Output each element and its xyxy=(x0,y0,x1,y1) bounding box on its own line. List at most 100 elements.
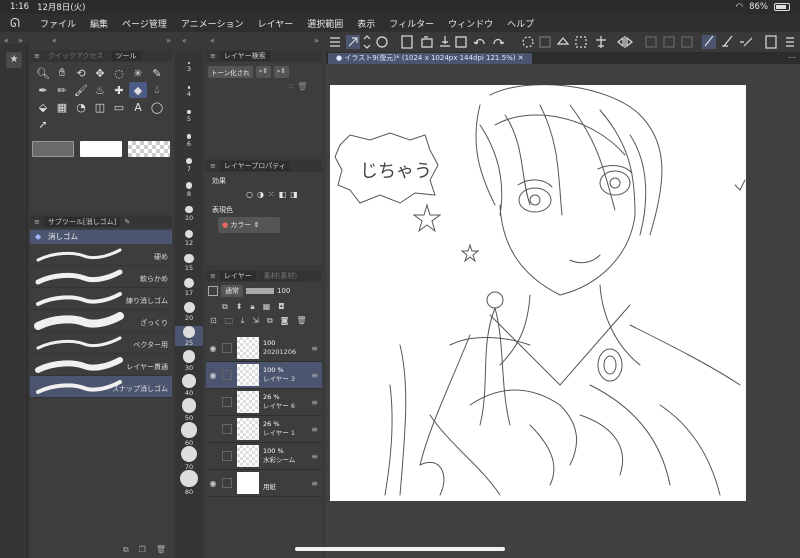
correct-line-icon[interactable]: ➚ xyxy=(34,116,52,132)
sub-color-swatch[interactable] xyxy=(80,141,123,157)
pen-icon[interactable]: ✒ xyxy=(34,82,52,98)
copy-subtool-icon[interactable]: ❐ xyxy=(139,545,146,555)
subtool-item[interactable]: レイヤー貫通 xyxy=(30,354,172,376)
move-icon[interactable]: ✥ xyxy=(91,65,109,81)
brush-size-option[interactable]: 10 xyxy=(175,206,203,226)
menu-layer[interactable]: レイヤー xyxy=(258,17,294,30)
subtool-item[interactable]: スナップ消しゴム xyxy=(30,376,172,398)
layer-row[interactable]: 26 % レイヤー 1 ≡ xyxy=(206,416,322,443)
layer-filter-dropdown[interactable]: トーン化され xyxy=(208,66,253,78)
zoom-icon[interactable]: 🔍︎ xyxy=(34,65,52,81)
search-options2-icon[interactable]: ⌕⇕ xyxy=(273,66,289,78)
lock-transparent-icon[interactable]: ▦ xyxy=(263,302,271,312)
subtool-item[interactable]: 軟らかめ xyxy=(30,266,172,288)
transfer-icon[interactable]: ⇲ xyxy=(252,316,259,330)
tab-layer-property[interactable]: レイヤープロパティ xyxy=(219,161,290,171)
close-tab-icon[interactable]: ✕ xyxy=(518,54,524,62)
mask-icon[interactable]: ◘ xyxy=(278,302,284,312)
brush-size-option[interactable]: 7 xyxy=(175,158,203,178)
tab-layer[interactable]: レイヤー xyxy=(219,271,256,281)
clip-studio-logo-icon[interactable]: ᘏ xyxy=(10,16,26,30)
rotate-icon[interactable]: ⟲ xyxy=(72,65,90,81)
brush-size-option[interactable]: 12 xyxy=(175,230,203,250)
tab-quick-access[interactable]: クイックアクセス xyxy=(43,51,108,61)
delete-subtool-icon[interactable]: 🗑︎ xyxy=(156,545,166,555)
effect-dots-icon[interactable]: ⁙ xyxy=(268,190,275,199)
eraser-icon[interactable]: ◆ xyxy=(129,82,147,98)
text-icon[interactable]: A xyxy=(129,99,147,115)
brush-size-option[interactable]: 4 xyxy=(175,86,203,106)
panel-menu-icon[interactable]: ≡ xyxy=(34,218,40,226)
gradient-icon[interactable]: ▦ xyxy=(53,99,71,115)
subtool-item[interactable]: ベクター用 xyxy=(30,332,172,354)
layer-visibility-icon[interactable]: ◉ xyxy=(206,479,220,488)
layer-lock-box[interactable] xyxy=(222,478,232,488)
grid-icon[interactable]: ⁙ xyxy=(288,82,295,91)
brush-size-option[interactable]: 50 xyxy=(175,398,203,422)
brush-size-option[interactable]: 25 xyxy=(175,326,203,347)
blend-mode-dropdown[interactable]: 通常 xyxy=(221,285,243,297)
layer-lock-box[interactable] xyxy=(222,451,232,461)
layer-drag-handle-icon[interactable]: ≡ xyxy=(311,371,318,380)
panel-menu-icon[interactable]: ≡ xyxy=(210,52,216,60)
layer-row[interactable]: 26 % レイヤー 6 ≡ xyxy=(206,389,322,416)
subtool-item[interactable]: 硬め xyxy=(30,244,172,266)
brush-size-option[interactable]: 60 xyxy=(175,422,203,447)
layer-drag-handle-icon[interactable]: ≡ xyxy=(311,479,318,488)
layer-visibility-icon[interactable]: ◉ xyxy=(206,344,220,353)
layer-drag-handle-icon[interactable]: ≡ xyxy=(311,344,318,353)
duplicate-icon[interactable]: ⧉ xyxy=(267,316,273,330)
subtool-item[interactable]: 練り消しゴム xyxy=(30,288,172,310)
balloon-icon[interactable]: ◯ xyxy=(148,99,166,115)
menu-file[interactable]: ファイル xyxy=(40,17,76,30)
material-star-icon[interactable]: ★ xyxy=(6,52,22,68)
expand-right-icon[interactable]: » xyxy=(314,36,319,45)
panel-menu-icon[interactable]: ≡ xyxy=(210,162,216,170)
merge-down-icon[interactable]: ⤓ xyxy=(241,316,245,330)
lock-icon[interactable]: 🔒︎ xyxy=(250,302,254,312)
brush-size-option[interactable]: 40 xyxy=(175,374,203,397)
brush-size-option[interactable]: 70 xyxy=(175,446,203,471)
figure-icon[interactable]: ◔ xyxy=(72,99,90,115)
airbrush-icon[interactable]: ♨ xyxy=(91,82,109,98)
collapse-left-icon[interactable]: « xyxy=(210,36,215,45)
clip-icon[interactable]: ⧉ xyxy=(222,302,228,312)
brush-size-option[interactable]: 8 xyxy=(175,182,203,202)
tab-list-icon[interactable]: ⋯ xyxy=(788,53,796,62)
effect-tone-icon[interactable]: ◑ xyxy=(257,190,264,199)
brush-size-option[interactable]: 17 xyxy=(175,278,203,298)
brush-size-option[interactable]: 6 xyxy=(175,134,203,154)
collapse-left-icon[interactable]: « xyxy=(52,36,57,45)
layer-lock-box[interactable] xyxy=(222,397,232,407)
layer-lock-box[interactable] xyxy=(222,370,232,380)
menu-animation[interactable]: アニメーション xyxy=(181,17,244,30)
layer-drag-handle-icon[interactable]: ≡ xyxy=(311,425,318,434)
subtool-group-header[interactable]: 消しゴム xyxy=(30,230,172,244)
brush-size-option[interactable]: 15 xyxy=(175,254,203,274)
menu-selection[interactable]: 選択範囲 xyxy=(307,17,343,30)
search-options-icon[interactable]: ⌕⇕ xyxy=(255,66,271,78)
frame-icon[interactable]: ◫ xyxy=(91,99,109,115)
brush-size-option[interactable]: 20 xyxy=(175,302,203,322)
lasso-icon[interactable]: ◌ xyxy=(110,65,128,81)
expression-color-dropdown[interactable]: ● カラー ⇕ xyxy=(218,217,280,233)
tab-layer-search[interactable]: レイヤー検索 xyxy=(219,51,270,61)
blend-icon[interactable]: 💧︎ xyxy=(148,82,166,98)
reference-icon[interactable]: ⬍ xyxy=(236,302,243,312)
edit-icon[interactable]: ✎ xyxy=(124,218,130,226)
home-indicator[interactable] xyxy=(295,547,505,551)
layer-lock-box[interactable] xyxy=(222,424,232,434)
effect-color-icon[interactable]: ◨ xyxy=(290,190,298,199)
expand-right-icon[interactable]: » xyxy=(166,36,171,45)
layer-drag-handle-icon[interactable]: ≡ xyxy=(311,398,318,407)
layer-visibility-icon[interactable]: ◉ xyxy=(206,371,220,380)
effect-layer-icon[interactable]: ◧ xyxy=(279,190,287,199)
layer-row[interactable]: ◉ 100 % レイヤー 3 ≡ xyxy=(206,362,322,389)
layer-drag-handle-icon[interactable]: ≡ xyxy=(311,452,318,461)
opacity-slider[interactable] xyxy=(246,288,274,294)
subtool-item[interactable]: ざっくり xyxy=(30,310,172,332)
layer-row[interactable]: ◉ 用紙 ≡ xyxy=(206,470,322,497)
effect-border-icon[interactable]: ○ xyxy=(246,190,253,199)
command-icons[interactable] xyxy=(326,32,800,52)
new-subtool-icon[interactable]: ⧉ xyxy=(123,545,129,555)
